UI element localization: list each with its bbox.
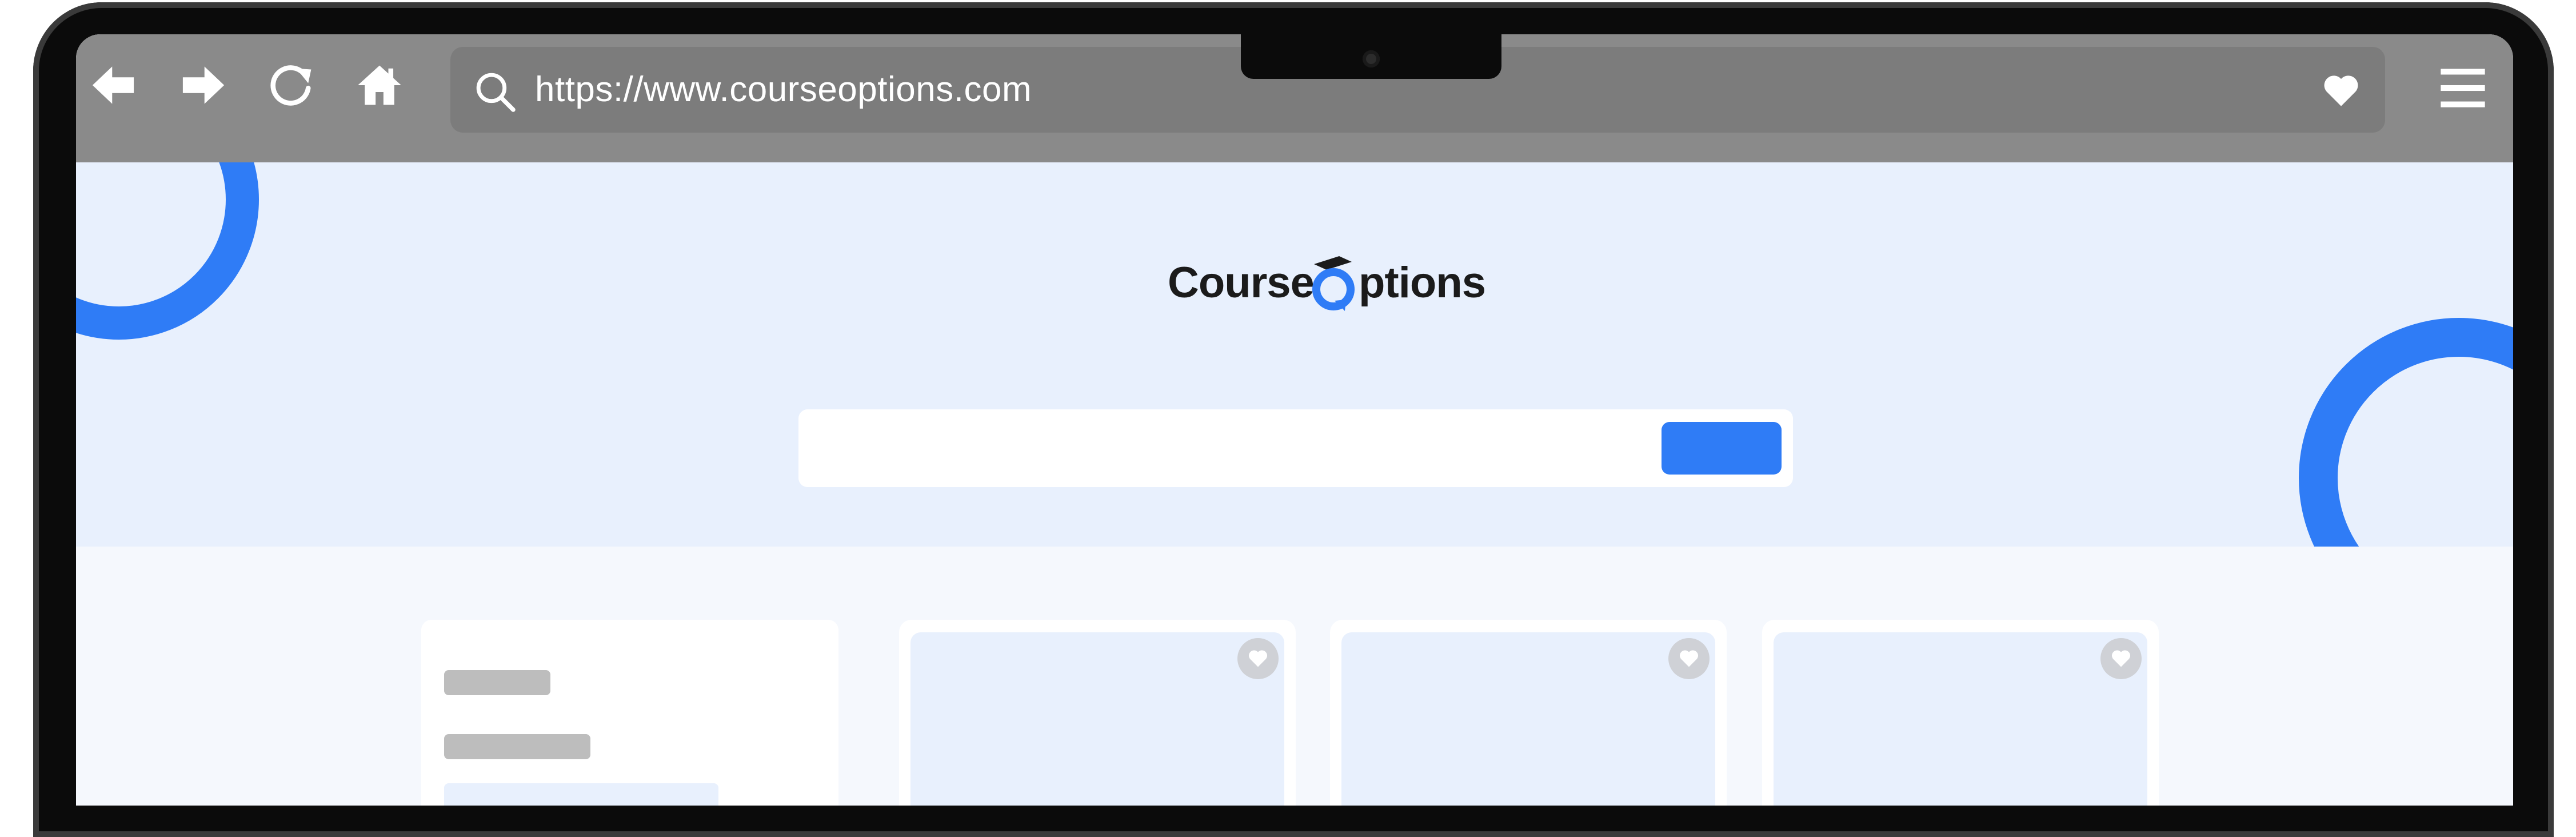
hero-section: Course ptions: [76, 162, 2513, 547]
search-button[interactable]: [1662, 422, 1782, 475]
decorative-ring: [76, 162, 259, 340]
heart-icon: [1680, 650, 1698, 667]
favorite-button[interactable]: [1668, 638, 1710, 679]
heart-icon: [1249, 650, 1267, 667]
course-card-image: [1774, 632, 2147, 806]
url-text[interactable]: https://www.courseoptions.com: [535, 47, 1032, 133]
course-card[interactable]: [1762, 620, 2159, 806]
reload-icon[interactable]: [265, 58, 318, 112]
filter-sidebar: [421, 620, 838, 806]
logo-text-course: Course: [1168, 258, 1315, 307]
laptop-screen: https://www.courseoptions.com Course pti…: [76, 34, 2513, 806]
course-card-image: [910, 632, 1284, 806]
site-logo[interactable]: Course ptions: [1168, 240, 1488, 314]
course-card-image: [1341, 632, 1715, 806]
course-search-input[interactable]: [798, 409, 1793, 487]
decorative-ring: [2299, 318, 2513, 547]
filter-placeholder[interactable]: [444, 734, 590, 759]
logo-graduation-cap-icon: [1312, 256, 1355, 311]
favorite-button[interactable]: [1237, 638, 1279, 679]
search-icon: [476, 73, 516, 112]
camera-notch: [1241, 34, 1501, 79]
home-icon[interactable]: [353, 58, 406, 112]
menu-icon[interactable]: [2439, 64, 2487, 112]
forward-arrow-icon[interactable]: [177, 58, 230, 112]
filter-placeholder[interactable]: [444, 670, 550, 695]
back-arrow-icon[interactable]: [86, 58, 140, 112]
favorite-button[interactable]: [2100, 638, 2142, 679]
course-card[interactable]: [899, 620, 1296, 806]
logo-text-options: ptions: [1359, 258, 1486, 307]
results-section: [76, 547, 2513, 806]
camera-icon: [1363, 50, 1380, 67]
filter-placeholder[interactable]: [444, 783, 718, 806]
heart-icon[interactable]: [2321, 71, 2361, 111]
heart-icon: [2112, 650, 2130, 667]
course-card[interactable]: [1330, 620, 1727, 806]
